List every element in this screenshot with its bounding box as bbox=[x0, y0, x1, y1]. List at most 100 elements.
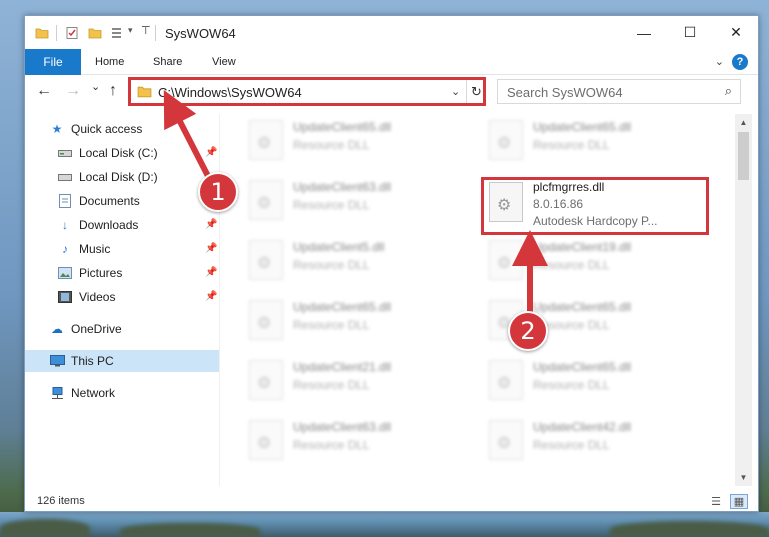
forward-button[interactable]: → bbox=[65, 82, 81, 100]
sidebar-item-quick-access[interactable]: ★ Quick access bbox=[49, 118, 143, 140]
desktop-rock bbox=[0, 519, 90, 537]
ribbon-tabs: File Home Share View ⌄ ? bbox=[25, 49, 758, 75]
file-highlight-box bbox=[481, 177, 709, 235]
scrollbar-thumb[interactable] bbox=[738, 132, 749, 180]
music-icon: ♪ bbox=[62, 242, 68, 256]
file-item[interactable]: ⚙ UpdateClient65.dll Resource DLL bbox=[245, 114, 475, 166]
expand-ribbon-icon[interactable]: ⌄ bbox=[715, 55, 724, 68]
pin-icon: 📌 bbox=[205, 219, 218, 230]
details-view-icon[interactable]: ☰ bbox=[707, 494, 725, 509]
file-name: UpdateClient65.dll bbox=[533, 300, 632, 314]
up-button[interactable]: ↑ bbox=[109, 82, 117, 100]
navigation-bar: ← → ⌄ ↑ C:\Windows\SysWOW64 ⌄ ↻ Search S… bbox=[25, 76, 758, 108]
quick-access-dropdown-icon[interactable]: ▾ bbox=[128, 25, 133, 36]
desktop-rock bbox=[120, 523, 260, 537]
minimize-button[interactable]: — bbox=[621, 16, 667, 49]
tab-share[interactable]: Share bbox=[153, 49, 182, 75]
sidebar-item-music[interactable]: ♪ Music bbox=[57, 238, 110, 260]
pictures-icon bbox=[57, 266, 73, 280]
pane-splitter[interactable] bbox=[219, 114, 220, 486]
sidebar-item-label: Pictures bbox=[79, 266, 123, 280]
folder-icon[interactable] bbox=[35, 26, 49, 40]
pin-dropdown-icon[interactable]: ⊤ bbox=[141, 24, 151, 37]
status-bar: 126 items ☰ ▦ bbox=[25, 492, 758, 512]
file-name: UpdateClient65.dll bbox=[293, 120, 392, 134]
sidebar-item-label: Quick access bbox=[71, 122, 143, 136]
sidebar-item-this-pc[interactable]: This PC bbox=[49, 350, 114, 372]
sidebar-item-label: This PC bbox=[71, 354, 114, 368]
sidebar-item-pictures[interactable]: Pictures bbox=[57, 262, 122, 284]
file-item[interactable]: ⚙ UpdateClient63.dll Resource DLL bbox=[245, 174, 475, 226]
file-description: Resource DLL bbox=[293, 138, 370, 152]
search-input[interactable]: Search SysWOW64 ⌕ bbox=[497, 79, 741, 104]
dll-file-icon: ⚙ bbox=[489, 240, 523, 280]
file-description: Resource DLL bbox=[533, 438, 610, 452]
dll-file-icon: ⚙ bbox=[489, 360, 523, 400]
new-folder-icon[interactable] bbox=[88, 26, 102, 40]
scroll-down-icon[interactable]: ▼ bbox=[735, 469, 752, 486]
step-1-badge: 1 bbox=[198, 172, 238, 212]
pin-icon: 📌 bbox=[205, 267, 218, 278]
file-item[interactable]: ⚙ UpdateClient5.dll Resource DLL bbox=[245, 234, 475, 286]
file-item[interactable]: ⚙ UpdateClient65.dll Resource DLL bbox=[245, 294, 475, 346]
file-description: Resource DLL bbox=[293, 378, 370, 392]
file-name: UpdateClient65.dll bbox=[533, 360, 632, 374]
file-description: Resource DLL bbox=[293, 438, 370, 452]
dll-file-icon: ⚙ bbox=[249, 240, 283, 280]
file-item[interactable]: ⚙ UpdateClient63.dll Resource DLL bbox=[245, 414, 475, 466]
sidebar-item-label: Videos bbox=[79, 290, 116, 304]
pin-icon: 📌 bbox=[205, 243, 218, 254]
tab-file[interactable]: File bbox=[25, 49, 81, 75]
scroll-up-icon[interactable]: ▲ bbox=[735, 114, 752, 131]
vertical-scrollbar[interactable]: ▲ ▼ bbox=[735, 114, 752, 486]
navigation-pane: ★ Quick access Local Disk (C:) 📌 Local D… bbox=[25, 114, 219, 486]
customize-quick-access-icon[interactable] bbox=[111, 26, 125, 40]
sidebar-item-label: Downloads bbox=[79, 218, 139, 232]
sidebar-item-videos[interactable]: Videos bbox=[57, 286, 115, 308]
file-name: UpdateClient19.dll bbox=[533, 240, 632, 254]
file-item[interactable]: ⚙ UpdateClient65.dll Resource DLL bbox=[485, 354, 715, 406]
file-item[interactable]: ⚙ UpdateClient19.dll Resource DLL bbox=[485, 234, 715, 286]
dll-file-icon: ⚙ bbox=[249, 360, 283, 400]
file-list: ⚙ UpdateClient65.dll Resource DLL ⚙ Upda… bbox=[221, 114, 735, 486]
divider bbox=[56, 25, 57, 41]
pin-icon: 📌 bbox=[205, 291, 218, 302]
cloud-icon: ☁ bbox=[51, 322, 63, 336]
sidebar-item-local-disk-d[interactable]: Local Disk (D:) bbox=[57, 166, 158, 188]
sidebar-item-local-disk-c[interactable]: Local Disk (C:) bbox=[57, 142, 158, 164]
file-description: Resource DLL bbox=[533, 258, 610, 272]
address-highlight-box bbox=[128, 77, 486, 106]
file-item[interactable]: ⚙ UpdateClient21.dll Resource DLL bbox=[245, 354, 475, 406]
recent-locations-button[interactable]: ⌄ bbox=[91, 80, 100, 93]
sidebar-item-documents[interactable]: Documents bbox=[57, 190, 140, 212]
file-name: UpdateClient65.dll bbox=[293, 300, 392, 314]
sidebar-item-onedrive[interactable]: ☁ OneDrive bbox=[49, 318, 122, 340]
search-icon[interactable]: ⌕ bbox=[725, 83, 732, 99]
file-description: Resource DLL bbox=[293, 318, 370, 332]
sidebar-item-downloads[interactable]: ↓ Downloads bbox=[57, 214, 138, 236]
file-name: UpdateClient21.dll bbox=[293, 360, 392, 374]
dll-file-icon: ⚙ bbox=[489, 420, 523, 460]
tab-home[interactable]: Home bbox=[95, 49, 124, 75]
file-name: UpdateClient65.dll bbox=[533, 120, 632, 134]
tiles-view-icon[interactable]: ▦ bbox=[730, 494, 748, 509]
file-name: UpdateClient63.dll bbox=[293, 180, 392, 194]
close-button[interactable]: ✕ bbox=[713, 16, 759, 49]
desktop-rock bbox=[610, 521, 769, 537]
help-icon[interactable]: ? bbox=[732, 54, 748, 70]
file-item[interactable]: ⚙ UpdateClient65.dll Resource DLL bbox=[485, 114, 715, 166]
videos-icon bbox=[57, 290, 73, 304]
title-bar: ▾ ⊤ SysWOW64 — ☐ ✕ bbox=[25, 16, 758, 49]
sidebar-item-label: Documents bbox=[79, 194, 140, 208]
file-description: Resource DLL bbox=[293, 198, 370, 212]
back-button[interactable]: ← bbox=[36, 82, 52, 100]
sidebar-item-label: Local Disk (C:) bbox=[79, 146, 158, 160]
sidebar-item-network[interactable]: Network bbox=[49, 382, 115, 404]
file-item[interactable]: ⚙ UpdateClient42.dll Resource DLL bbox=[485, 414, 715, 466]
divider bbox=[155, 25, 156, 41]
properties-icon[interactable] bbox=[65, 26, 79, 40]
maximize-button[interactable]: ☐ bbox=[667, 16, 713, 49]
drive-icon bbox=[57, 170, 73, 184]
dll-file-icon: ⚙ bbox=[249, 420, 283, 460]
tab-view[interactable]: View bbox=[212, 49, 236, 75]
